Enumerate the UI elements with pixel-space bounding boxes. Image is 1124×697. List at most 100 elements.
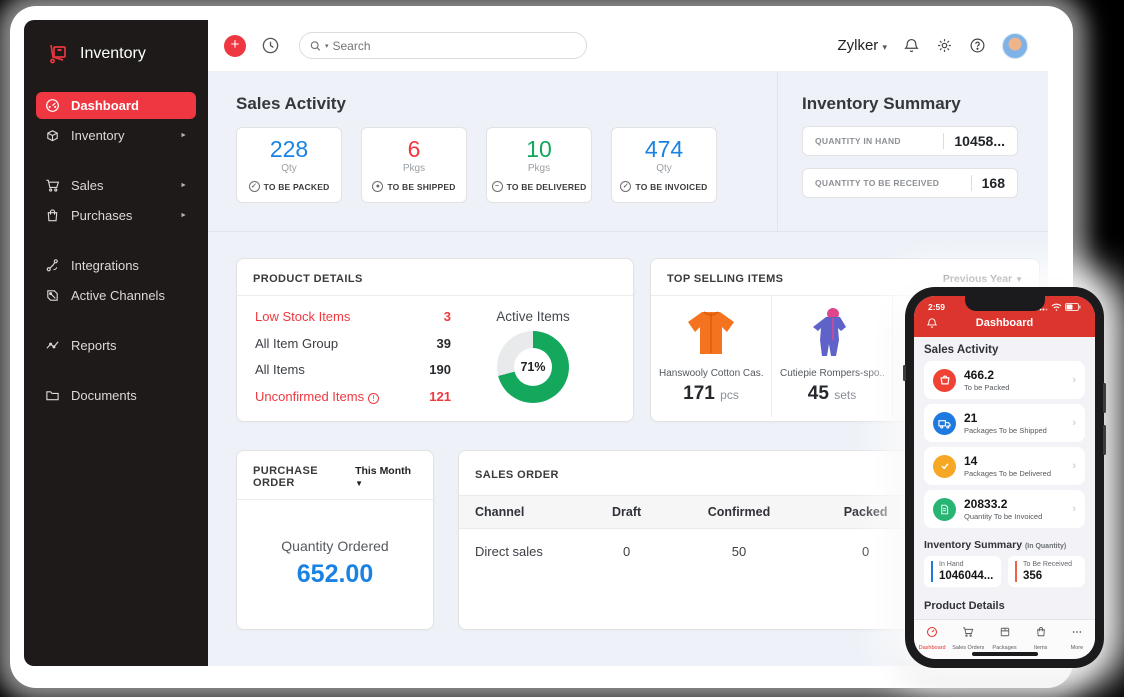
cell-packed: 0 xyxy=(861,544,870,559)
chevron-down-icon: ▼ xyxy=(1015,275,1023,284)
truck-icon xyxy=(933,411,956,435)
col-confirmed: Confirmed xyxy=(666,495,812,529)
search-input[interactable] xyxy=(332,38,576,53)
invoice-icon xyxy=(933,497,956,521)
product-details-list: Low Stock Items 3 All Item Group 39 All It… xyxy=(255,309,451,415)
metric-label: TO BE SHIPPED xyxy=(387,181,456,192)
phone-metric-value: 21 xyxy=(964,411,978,425)
sidebar-item-label: Sales xyxy=(71,178,104,193)
to-be-delivered-card[interactable]: 10 Pkgs − TO BE DELIVERED xyxy=(486,127,592,203)
top-item-1[interactable]: Hanswooly Cotton Cas... 171 pcs xyxy=(651,296,772,417)
inventory-summary-heading: Inventory Summary xyxy=(802,94,961,113)
metric-label: TO BE DELIVERED xyxy=(506,181,587,192)
phone-to-be-invoiced-card[interactable]: 20833.2 Quantity To be Invoiced › xyxy=(924,490,1085,528)
user-avatar[interactable] xyxy=(1002,32,1028,59)
menu-divider xyxy=(24,362,208,379)
notifications-bell-icon[interactable] xyxy=(903,37,920,54)
cell-confirmed: 50 xyxy=(731,544,747,559)
col-draft: Draft xyxy=(586,495,667,529)
phone-in-hand-card[interactable]: In Hand 1046044... xyxy=(924,556,1001,587)
check-circle-icon: ✓ xyxy=(248,181,260,192)
sidebar-menu: Dashboard Inventory ► Sales ► Purchases … xyxy=(24,92,208,409)
sidebar-item-purchases[interactable]: Purchases ► xyxy=(36,202,196,229)
phone-metric-label: To be Packed xyxy=(964,383,1010,392)
check-circle-icon: ✓ xyxy=(620,181,632,192)
sidebar-item-label: Integrations xyxy=(71,258,139,273)
topbar-right: Zylker ▾ xyxy=(837,32,1028,59)
cart-icon xyxy=(46,179,60,192)
quick-add-button[interactable]: + xyxy=(224,34,246,57)
to-be-packed-card[interactable]: 228 Qty ✓ TO BE PACKED xyxy=(236,127,342,203)
phone-metric-value: 466.2 xyxy=(964,368,995,382)
integrations-icon xyxy=(46,259,58,272)
product-quantity: 171 pcs xyxy=(683,383,739,404)
submenu-arrow-icon: ► xyxy=(180,212,187,219)
metric-label: TO BE PACKED xyxy=(263,181,330,192)
phone-home-indicator[interactable] xyxy=(971,652,1038,656)
phone-inv-label: To Be Received xyxy=(1023,561,1073,568)
sidebar-item-label: Active Channels xyxy=(71,288,165,303)
phone-to-be-received-card[interactable]: To Be Received 356 xyxy=(1008,556,1085,587)
col-channel: Channel xyxy=(459,495,587,529)
period-selector[interactable]: Previous Year ▼ xyxy=(943,273,1023,285)
global-search[interactable]: ▾ xyxy=(299,32,587,59)
inventory-summary-section: Inventory Summary QUANTITY IN HAND 10458… xyxy=(777,72,1048,231)
phone-tab-dashboard[interactable]: Dashboard xyxy=(914,625,950,659)
phone-notch xyxy=(964,296,1045,311)
romper-product-image xyxy=(813,308,846,356)
tab-label: Dashboard xyxy=(918,645,946,651)
phone-to-be-shipped-card[interactable]: 21 Packages To be Shipped › xyxy=(924,404,1085,442)
phone-nav-bar: Dashboard xyxy=(914,313,1095,337)
dashboard-tab-icon xyxy=(927,626,938,638)
phone-inventory-cards: In Hand 1046044... To Be Received 356 xyxy=(924,556,1085,587)
help-icon[interactable] xyxy=(969,37,986,54)
cart-tab-icon xyxy=(963,627,974,637)
low-stock-items-row[interactable]: Low Stock Items 3 xyxy=(255,309,451,324)
to-be-shipped-card[interactable]: 6 Pkgs ● TO BE SHIPPED xyxy=(361,127,467,203)
dot-circle-icon: ● xyxy=(372,181,384,192)
org-selector[interactable]: Zylker ▾ xyxy=(837,37,887,54)
info-alert-icon: ! xyxy=(368,392,380,404)
purchase-order-card: PURCHASE ORDER This Month ▼ Quantity Ord… xyxy=(236,450,434,630)
sidebar-item-reports[interactable]: Reports xyxy=(36,332,196,359)
to-be-invoiced-card[interactable]: 474 Qty ✓ TO BE INVOICED xyxy=(611,127,717,203)
quantity-in-hand-row[interactable]: QUANTITY IN HAND 10458... xyxy=(802,126,1018,156)
settings-gear-icon[interactable] xyxy=(936,37,953,54)
top-item-2[interactable]: Cutiepie Rompers-spo... 45 sets xyxy=(772,296,893,417)
app-logo: Inventory xyxy=(24,20,208,66)
card-title: PRODUCT DETAILS xyxy=(253,273,363,285)
chevron-right-icon: › xyxy=(1072,417,1076,429)
all-items-row[interactable]: All Items 190 xyxy=(255,362,451,377)
phone-to-be-packed-card[interactable]: 466.2 To be Packed › xyxy=(924,361,1085,399)
metric-value: 474 xyxy=(644,136,684,162)
summary-label: QUANTITY TO BE RECEIVED xyxy=(815,178,940,188)
sidebar-item-active-channels[interactable]: Active Channels xyxy=(36,282,196,309)
unconfirmed-items-row[interactable]: Unconfirmed Items! 121 xyxy=(255,389,451,404)
chevron-down-icon: ▾ xyxy=(882,42,887,52)
bell-icon[interactable] xyxy=(926,317,938,329)
summary-value: 10458... xyxy=(943,133,1005,149)
phone-to-be-delivered-card[interactable]: 14 Packages To be Delivered › xyxy=(924,447,1085,485)
period-selector[interactable]: This Month ▼ xyxy=(355,465,417,489)
cell-draft: 0 xyxy=(622,544,631,559)
sidebar-item-dashboard[interactable]: Dashboard xyxy=(36,92,196,119)
quantity-to-be-received-row[interactable]: QUANTITY TO BE RECEIVED 168 xyxy=(802,168,1018,198)
recent-activity-icon[interactable] xyxy=(261,36,280,55)
sidebar-item-integrations[interactable]: Integrations xyxy=(36,252,196,279)
phone-page-title: Dashboard xyxy=(975,317,1034,329)
sidebar-item-documents[interactable]: Documents xyxy=(36,382,196,409)
metric-unit: Qty xyxy=(281,163,297,174)
menu-divider xyxy=(24,152,208,169)
phone-tab-more[interactable]: More xyxy=(1059,625,1095,659)
tab-label: Sales Orders xyxy=(952,645,985,651)
minus-circle-icon: − xyxy=(491,181,503,192)
phone-inv-value: 356 xyxy=(1023,570,1043,582)
search-scope-caret-icon[interactable]: ▾ xyxy=(325,42,329,50)
inventory-logo-icon xyxy=(50,44,66,64)
sidebar-item-inventory[interactable]: Inventory ► xyxy=(36,122,196,149)
cardigan-product-image xyxy=(688,311,734,354)
all-item-group-row[interactable]: All Item Group 39 xyxy=(255,336,451,351)
sidebar-item-sales[interactable]: Sales ► xyxy=(36,172,196,199)
phone-inventory-summary-heading: Inventory Summary (In Quantity) xyxy=(924,539,1067,551)
sidebar: Inventory Dashboard Inventory ► Sales ► … xyxy=(24,20,208,666)
